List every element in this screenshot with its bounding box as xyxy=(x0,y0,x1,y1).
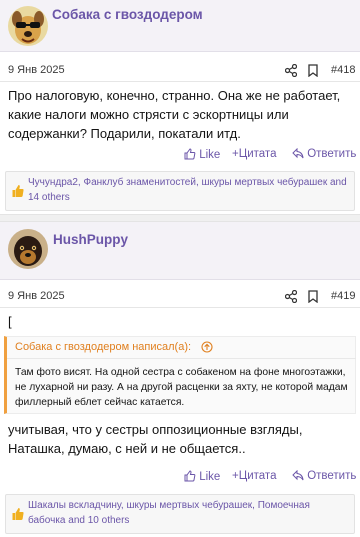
reply-button[interactable]: Ответить xyxy=(292,469,357,482)
username[interactable]: Собака с гвоздодером xyxy=(52,7,203,22)
reactions-bar[interactable]: Чучундра2, Фанклуб знаменитостей, шкуры … xyxy=(5,171,355,211)
quote-header[interactable]: Собака с гвоздодером написал(а): xyxy=(7,337,356,359)
avatar[interactable] xyxy=(8,229,48,269)
quote-button[interactable]: +Цитата xyxy=(232,470,276,482)
reply-icon xyxy=(292,147,304,159)
post-actions: Like +Цитата Ответить xyxy=(0,469,360,486)
username[interactable]: HushPuppy xyxy=(53,232,128,247)
post-date[interactable]: 9 Янв 2025 xyxy=(8,290,65,302)
post-actions: Like +Цитата Ответить xyxy=(0,147,360,164)
like-button[interactable]: Like xyxy=(184,148,220,161)
post-header: HushPuppy xyxy=(0,222,360,280)
post-meta: 9 Янв 2025 #418 xyxy=(0,60,360,82)
reply-label: Ответить xyxy=(307,148,357,160)
quote-block: Собака с гвоздодером написал(а): Там фот… xyxy=(4,336,356,414)
post-header: Собака с гвоздодером xyxy=(0,0,360,52)
like-label: Like xyxy=(199,471,221,483)
thumbs-up-reaction-icon xyxy=(12,185,24,197)
plus-icon: + xyxy=(232,148,239,160)
reactions-bar[interactable]: Шакалы вскладчину, шкуры мертвых чебураш… xyxy=(5,494,355,534)
plus-icon: + xyxy=(232,470,239,482)
post-meta: 9 Янв 2025 #419 xyxy=(0,286,360,308)
bookmark-icon[interactable] xyxy=(308,290,318,303)
quote-button[interactable]: +Цитата xyxy=(232,148,276,160)
like-button[interactable]: Like xyxy=(184,470,220,483)
reactions-list[interactable]: Чучундра2, Фанклуб знаменитостей, шкуры … xyxy=(28,175,348,205)
thumbs-up-reaction-icon xyxy=(12,508,24,520)
post-418: Собака с гвоздодером 9 Янв 2025 #418 Про… xyxy=(0,0,360,214)
post-date[interactable]: 9 Янв 2025 xyxy=(8,64,65,76)
post-divider xyxy=(0,214,360,222)
quote-label: Цитата xyxy=(238,148,277,160)
reactions-list[interactable]: Шакалы вскладчину, шкуры мертвых чебураш… xyxy=(28,498,348,528)
quote-author[interactable]: Собака с гвоздодером написал(а): xyxy=(15,341,191,353)
bookmark-icon[interactable] xyxy=(308,64,318,77)
reply-label: Ответить xyxy=(307,470,357,482)
reply-icon xyxy=(292,469,304,481)
post-number[interactable]: #419 xyxy=(331,290,355,302)
post-body: учитывая, что у сестры оппозиционные взг… xyxy=(8,422,303,456)
reply-button[interactable]: Ответить xyxy=(292,147,357,160)
post-419: HushPuppy 9 Янв 2025 #419 [ Собака с гво… xyxy=(0,222,360,537)
arrow-up-circle-icon[interactable] xyxy=(201,341,213,353)
avatar[interactable] xyxy=(8,6,48,46)
thumbs-up-icon xyxy=(184,470,196,482)
post-body: Про налоговую, конечно, странно. Она же … xyxy=(8,88,341,141)
quote-text: Там фото висят. На одной сестра с собаке… xyxy=(15,367,348,408)
quote-label: Цитата xyxy=(238,470,277,482)
post-number[interactable]: #418 xyxy=(331,64,355,76)
like-label: Like xyxy=(199,149,221,161)
share-icon[interactable] xyxy=(285,64,297,77)
stray-bracket: [ xyxy=(8,314,12,329)
share-icon[interactable] xyxy=(285,290,297,303)
thumbs-up-icon xyxy=(184,148,196,160)
